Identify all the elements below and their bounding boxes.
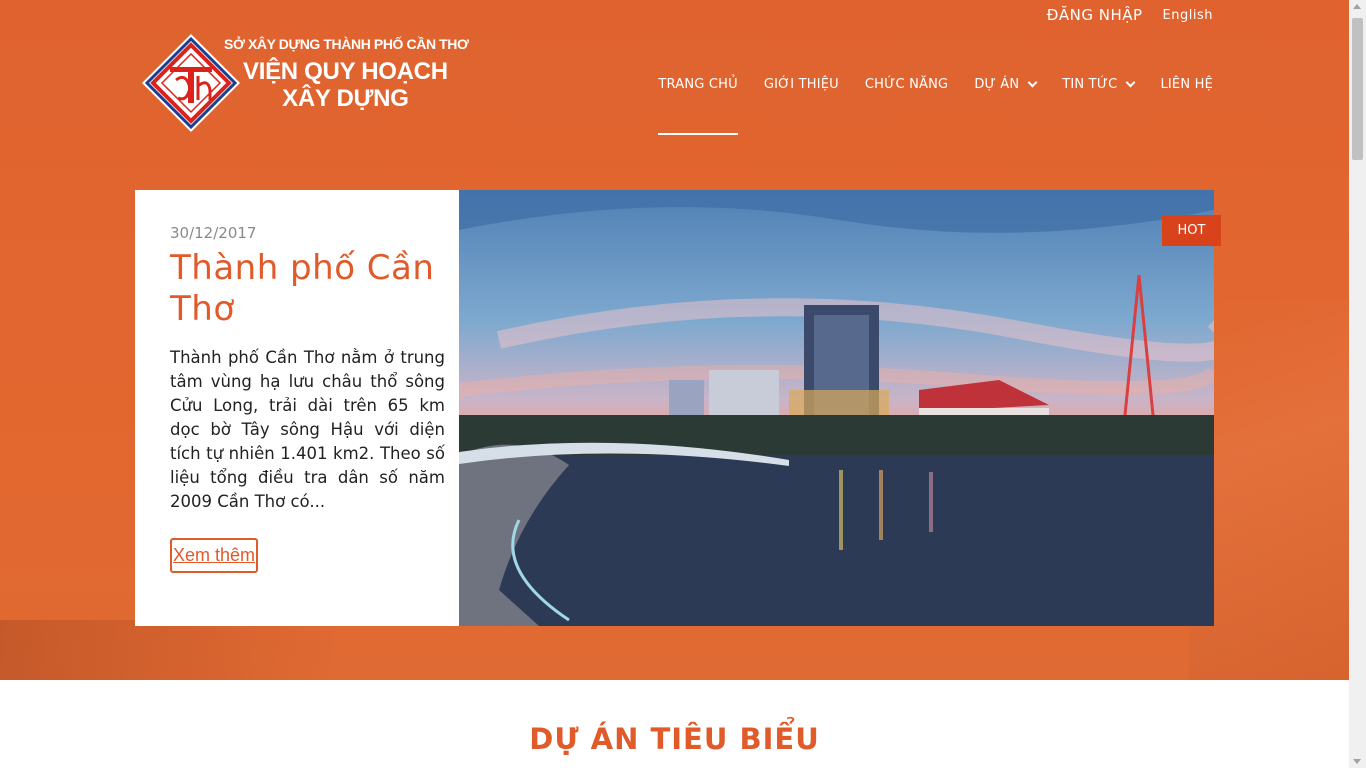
nav-item-label: GIỚI THIỆU — [763, 76, 839, 92]
nav-item-tin-tuc[interactable]: TIN TỨC — [1062, 75, 1136, 93]
nav-item-label: LIÊN HỆ — [1160, 76, 1213, 92]
post-date: 30/12/2017 — [170, 224, 257, 242]
logo-agency-name: SỞ XÂY DỰNG THÀNH PHỐ CẦN THƠ — [224, 36, 469, 52]
post-title[interactable]: Thành phố Cần Thơ — [170, 248, 450, 330]
nav-item-chuc-nang[interactable]: CHỨC NĂNG — [865, 75, 948, 93]
chevron-down-icon — [1027, 77, 1038, 87]
scroll-up-icon[interactable] — [1353, 4, 1361, 9]
chevron-down-icon — [1126, 77, 1136, 87]
nav-item-label: TRANG CHỦ — [658, 76, 738, 92]
login-link[interactable]: ĐĂNG NHẬP — [1047, 6, 1143, 24]
logo-institute-name: VIỆN QUY HOẠCH XÂY DỰNG — [243, 58, 448, 112]
logo-name-line2: XÂY DỰNG — [282, 85, 409, 112]
scrollbar-thumb[interactable] — [1352, 18, 1363, 160]
nav-item-label: CHỨC NĂNG — [864, 76, 949, 92]
logo-text: SỞ XÂY DỰNG THÀNH PHỐ CẦN THƠ VIỆN QUY H… — [224, 36, 469, 112]
nav-item-label: DỰ ÁN — [974, 76, 1020, 92]
nav-item-du-an[interactable]: DỰ ÁN — [974, 75, 1038, 93]
top-bar: ĐĂNG NHẬP English — [1047, 6, 1213, 24]
page-scrollbar[interactable] — [1349, 0, 1366, 768]
section-title: DỰ ÁN TIÊU BIỂU — [529, 722, 820, 756]
main-nav: TRANG CHỦ GIỚI THIỆU CHỨC NĂNG DỰ ÁN TIN… — [658, 75, 1213, 135]
nav-item-label: TIN TỨC — [1062, 76, 1118, 92]
nav-item-lien-he[interactable]: LIÊN HỆ — [1160, 75, 1213, 93]
site-logo[interactable]: SỞ XÂY DỰNG THÀNH PHỐ CẦN THƠ VIỆN QUY H… — [140, 32, 470, 136]
post-excerpt: Thành phố Cần Thơ nằm ở trung tâm vùng h… — [170, 348, 445, 511]
read-more-button[interactable]: Xem thêm — [170, 538, 259, 573]
logo-name-line1: VIỆN QUY HOẠCH — [243, 58, 448, 85]
scroll-down-icon[interactable] — [1353, 759, 1361, 764]
hot-badge: HOT — [1162, 215, 1221, 246]
featured-post-card: 30/12/2017 Thành phố Cần Thơ Thành phố C… — [135, 190, 459, 626]
hero-bridge-decoration — [0, 620, 340, 680]
language-switch-link[interactable]: English — [1163, 8, 1213, 23]
city-skyline-image — [459, 190, 1214, 626]
nav-item-gioi-thieu[interactable]: GIỚI THIỆU — [764, 75, 839, 93]
nav-item-trang-chu[interactable]: TRANG CHỦ — [658, 75, 739, 135]
featured-post-image[interactable] — [459, 190, 1214, 626]
